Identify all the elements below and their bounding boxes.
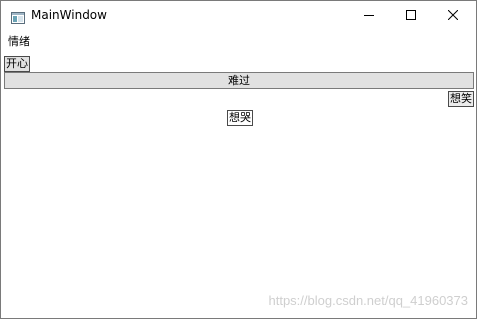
main-window: MainWindow 情绪 开心 难过 想笑 想哭 https://blog.c… — [0, 0, 477, 319]
maximize-button[interactable] — [390, 1, 432, 29]
mood-label: 情绪 — [8, 35, 30, 48]
watermark-url: https://blog.csdn.net/qq_41960373 — [268, 293, 469, 308]
close-icon — [448, 10, 458, 20]
minimize-icon — [364, 10, 374, 20]
minimize-button[interactable] — [348, 1, 390, 29]
sad-button[interactable]: 难过 — [4, 72, 474, 89]
client-area: 情绪 开心 难过 想笑 想哭 — [1, 29, 476, 318]
maximize-icon — [406, 10, 416, 20]
title-bar[interactable]: MainWindow — [1, 1, 476, 29]
window-title: MainWindow — [31, 8, 107, 22]
happy-button[interactable]: 开心 — [4, 56, 30, 72]
cry-button[interactable]: 想哭 — [227, 110, 253, 126]
close-button[interactable] — [432, 1, 474, 29]
window-app-icon — [11, 9, 25, 24]
laugh-button[interactable]: 想笑 — [448, 91, 474, 107]
